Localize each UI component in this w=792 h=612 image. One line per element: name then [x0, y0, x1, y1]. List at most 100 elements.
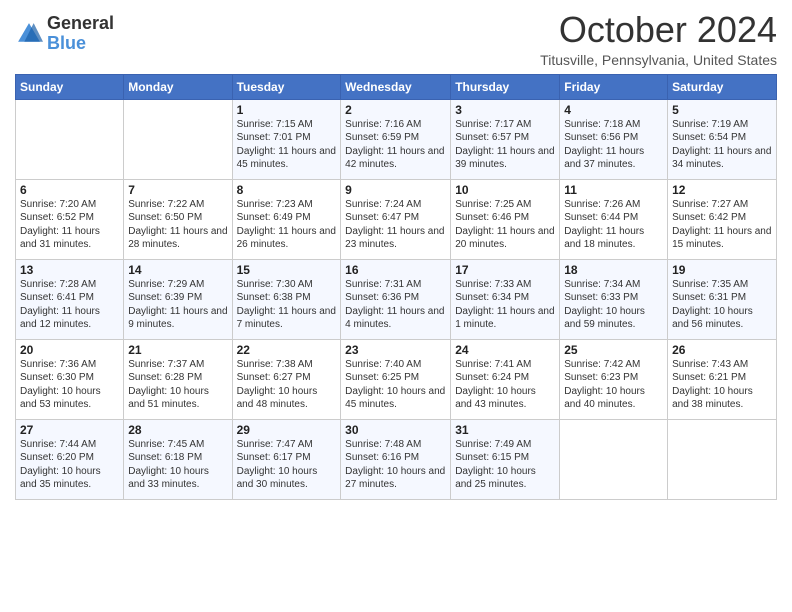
- day-number: 27: [20, 423, 119, 437]
- location: Titusville, Pennsylvania, United States: [540, 52, 777, 68]
- calendar-cell: 2Sunrise: 7:16 AMSunset: 6:59 PMDaylight…: [341, 99, 451, 179]
- calendar-cell: 15Sunrise: 7:30 AMSunset: 6:38 PMDayligh…: [232, 259, 341, 339]
- day-number: 4: [564, 103, 663, 117]
- day-info: Sunrise: 7:48 AMSunset: 6:16 PMDaylight:…: [345, 438, 446, 492]
- day-info: Sunrise: 7:41 AMSunset: 6:24 PMDaylight:…: [455, 358, 555, 412]
- calendar-cell: 17Sunrise: 7:33 AMSunset: 6:34 PMDayligh…: [451, 259, 560, 339]
- day-info: Sunrise: 7:16 AMSunset: 6:59 PMDaylight:…: [345, 118, 446, 172]
- day-number: 31: [455, 423, 555, 437]
- calendar-header-saturday: Saturday: [668, 74, 777, 99]
- month-title: October 2024: [540, 10, 777, 50]
- calendar-cell: 5Sunrise: 7:19 AMSunset: 6:54 PMDaylight…: [668, 99, 777, 179]
- calendar-header-thursday: Thursday: [451, 74, 560, 99]
- calendar-cell: 20Sunrise: 7:36 AMSunset: 6:30 PMDayligh…: [16, 339, 124, 419]
- day-number: 9: [345, 183, 446, 197]
- calendar-cell: 27Sunrise: 7:44 AMSunset: 6:20 PMDayligh…: [16, 419, 124, 499]
- calendar-cell: 21Sunrise: 7:37 AMSunset: 6:28 PMDayligh…: [124, 339, 232, 419]
- day-info: Sunrise: 7:31 AMSunset: 6:36 PMDaylight:…: [345, 278, 446, 332]
- day-info: Sunrise: 7:28 AMSunset: 6:41 PMDaylight:…: [20, 278, 119, 332]
- logo-blue: Blue: [47, 34, 114, 54]
- day-info: Sunrise: 7:25 AMSunset: 6:46 PMDaylight:…: [455, 198, 555, 252]
- calendar-header-friday: Friday: [560, 74, 668, 99]
- day-number: 7: [128, 183, 227, 197]
- calendar-cell: 8Sunrise: 7:23 AMSunset: 6:49 PMDaylight…: [232, 179, 341, 259]
- day-info: Sunrise: 7:23 AMSunset: 6:49 PMDaylight:…: [237, 198, 337, 252]
- logo-icon: [15, 20, 43, 48]
- day-number: 3: [455, 103, 555, 117]
- day-info: Sunrise: 7:37 AMSunset: 6:28 PMDaylight:…: [128, 358, 227, 412]
- day-number: 12: [672, 183, 772, 197]
- calendar-cell: 24Sunrise: 7:41 AMSunset: 6:24 PMDayligh…: [451, 339, 560, 419]
- day-number: 15: [237, 263, 337, 277]
- day-number: 1: [237, 103, 337, 117]
- day-number: 6: [20, 183, 119, 197]
- day-info: Sunrise: 7:30 AMSunset: 6:38 PMDaylight:…: [237, 278, 337, 332]
- day-info: Sunrise: 7:38 AMSunset: 6:27 PMDaylight:…: [237, 358, 337, 412]
- day-info: Sunrise: 7:27 AMSunset: 6:42 PMDaylight:…: [672, 198, 772, 252]
- title-section: October 2024 Titusville, Pennsylvania, U…: [540, 10, 777, 68]
- day-info: Sunrise: 7:24 AMSunset: 6:47 PMDaylight:…: [345, 198, 446, 252]
- calendar-cell: 10Sunrise: 7:25 AMSunset: 6:46 PMDayligh…: [451, 179, 560, 259]
- calendar-header-row: SundayMondayTuesdayWednesdayThursdayFrid…: [16, 74, 777, 99]
- calendar-cell: 30Sunrise: 7:48 AMSunset: 6:16 PMDayligh…: [341, 419, 451, 499]
- day-info: Sunrise: 7:49 AMSunset: 6:15 PMDaylight:…: [455, 438, 555, 492]
- calendar-cell: 4Sunrise: 7:18 AMSunset: 6:56 PMDaylight…: [560, 99, 668, 179]
- calendar-cell: 19Sunrise: 7:35 AMSunset: 6:31 PMDayligh…: [668, 259, 777, 339]
- logo: General Blue: [15, 14, 114, 54]
- day-number: 10: [455, 183, 555, 197]
- calendar-cell: 7Sunrise: 7:22 AMSunset: 6:50 PMDaylight…: [124, 179, 232, 259]
- day-info: Sunrise: 7:15 AMSunset: 7:01 PMDaylight:…: [237, 118, 337, 172]
- day-number: 20: [20, 343, 119, 357]
- calendar-cell: 18Sunrise: 7:34 AMSunset: 6:33 PMDayligh…: [560, 259, 668, 339]
- calendar-header-monday: Monday: [124, 74, 232, 99]
- calendar-cell: 25Sunrise: 7:42 AMSunset: 6:23 PMDayligh…: [560, 339, 668, 419]
- day-info: Sunrise: 7:19 AMSunset: 6:54 PMDaylight:…: [672, 118, 772, 172]
- day-info: Sunrise: 7:45 AMSunset: 6:18 PMDaylight:…: [128, 438, 227, 492]
- calendar-header-wednesday: Wednesday: [341, 74, 451, 99]
- calendar-header-tuesday: Tuesday: [232, 74, 341, 99]
- day-number: 19: [672, 263, 772, 277]
- calendar-cell: 11Sunrise: 7:26 AMSunset: 6:44 PMDayligh…: [560, 179, 668, 259]
- day-info: Sunrise: 7:34 AMSunset: 6:33 PMDaylight:…: [564, 278, 663, 332]
- calendar-table: SundayMondayTuesdayWednesdayThursdayFrid…: [15, 74, 777, 500]
- day-number: 17: [455, 263, 555, 277]
- day-info: Sunrise: 7:26 AMSunset: 6:44 PMDaylight:…: [564, 198, 663, 252]
- header: General Blue October 2024 Titusville, Pe…: [15, 10, 777, 68]
- calendar-week-1: 6Sunrise: 7:20 AMSunset: 6:52 PMDaylight…: [16, 179, 777, 259]
- day-info: Sunrise: 7:35 AMSunset: 6:31 PMDaylight:…: [672, 278, 772, 332]
- calendar-cell: 28Sunrise: 7:45 AMSunset: 6:18 PMDayligh…: [124, 419, 232, 499]
- day-number: 23: [345, 343, 446, 357]
- day-number: 30: [345, 423, 446, 437]
- day-number: 16: [345, 263, 446, 277]
- day-info: Sunrise: 7:42 AMSunset: 6:23 PMDaylight:…: [564, 358, 663, 412]
- day-number: 21: [128, 343, 227, 357]
- day-info: Sunrise: 7:36 AMSunset: 6:30 PMDaylight:…: [20, 358, 119, 412]
- day-info: Sunrise: 7:44 AMSunset: 6:20 PMDaylight:…: [20, 438, 119, 492]
- calendar-cell: 12Sunrise: 7:27 AMSunset: 6:42 PMDayligh…: [668, 179, 777, 259]
- calendar-week-4: 27Sunrise: 7:44 AMSunset: 6:20 PMDayligh…: [16, 419, 777, 499]
- calendar-cell: [124, 99, 232, 179]
- calendar-cell: 31Sunrise: 7:49 AMSunset: 6:15 PMDayligh…: [451, 419, 560, 499]
- day-number: 26: [672, 343, 772, 357]
- calendar-cell: 16Sunrise: 7:31 AMSunset: 6:36 PMDayligh…: [341, 259, 451, 339]
- calendar-header-sunday: Sunday: [16, 74, 124, 99]
- calendar-cell: 14Sunrise: 7:29 AMSunset: 6:39 PMDayligh…: [124, 259, 232, 339]
- day-number: 11: [564, 183, 663, 197]
- day-info: Sunrise: 7:29 AMSunset: 6:39 PMDaylight:…: [128, 278, 227, 332]
- day-info: Sunrise: 7:43 AMSunset: 6:21 PMDaylight:…: [672, 358, 772, 412]
- calendar-cell: 29Sunrise: 7:47 AMSunset: 6:17 PMDayligh…: [232, 419, 341, 499]
- calendar-week-2: 13Sunrise: 7:28 AMSunset: 6:41 PMDayligh…: [16, 259, 777, 339]
- day-number: 22: [237, 343, 337, 357]
- logo-text: General Blue: [47, 14, 114, 54]
- calendar-cell: 26Sunrise: 7:43 AMSunset: 6:21 PMDayligh…: [668, 339, 777, 419]
- day-info: Sunrise: 7:18 AMSunset: 6:56 PMDaylight:…: [564, 118, 663, 172]
- calendar-cell: 22Sunrise: 7:38 AMSunset: 6:27 PMDayligh…: [232, 339, 341, 419]
- calendar-cell: 3Sunrise: 7:17 AMSunset: 6:57 PMDaylight…: [451, 99, 560, 179]
- calendar-cell: 1Sunrise: 7:15 AMSunset: 7:01 PMDaylight…: [232, 99, 341, 179]
- calendar-week-3: 20Sunrise: 7:36 AMSunset: 6:30 PMDayligh…: [16, 339, 777, 419]
- calendar-cell: [560, 419, 668, 499]
- day-number: 25: [564, 343, 663, 357]
- page: General Blue October 2024 Titusville, Pe…: [0, 0, 792, 612]
- day-number: 14: [128, 263, 227, 277]
- day-info: Sunrise: 7:20 AMSunset: 6:52 PMDaylight:…: [20, 198, 119, 252]
